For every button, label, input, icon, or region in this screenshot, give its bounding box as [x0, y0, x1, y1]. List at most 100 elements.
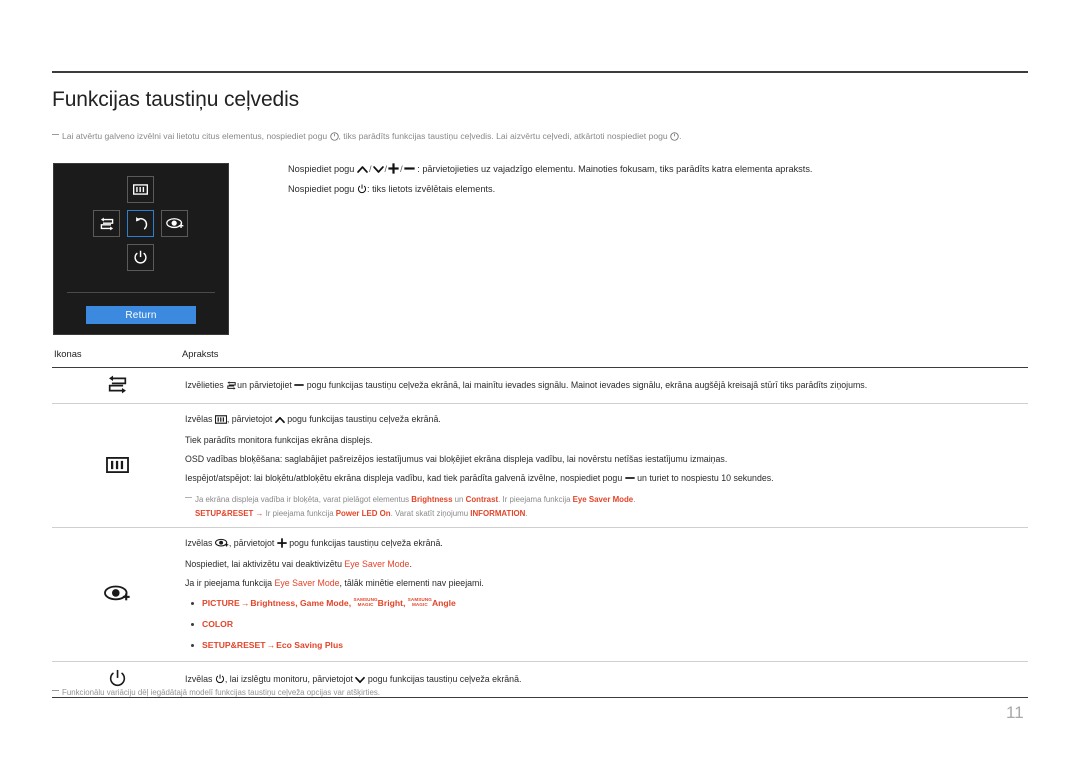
description-line: Iespējot/atspējot: lai bloķētu/atbloķētu…	[185, 470, 1024, 488]
list-item: SETUP&RESET→Eco Saving Plus	[185, 638, 1024, 652]
note-dash	[52, 134, 59, 135]
bullet-text: Bright,	[377, 598, 408, 608]
arrow-icon: →	[266, 640, 276, 650]
column-header-description: Apraksts	[182, 348, 1028, 368]
osd-key-eye-saver[interactable]	[161, 210, 188, 237]
text-middle: un pārvietojiet	[237, 379, 292, 390]
text-before: Izvēlas	[185, 538, 213, 548]
instruction-line-2: Nospiediet pogu : tiks lietots izvēlētai…	[288, 180, 812, 200]
bullet-text: PICTURE	[202, 598, 240, 608]
key-instructions: Nospiediet pogu / / / : pārvietojieties uz…	[288, 160, 812, 200]
list-item: PICTURE→Brightness, Game Mode, SAMSUNG MA…	[185, 596, 1024, 610]
subnote-seg: Ir pieejama funkcija	[265, 509, 336, 518]
eye-saver-icon	[103, 585, 131, 605]
note-dash	[185, 497, 192, 498]
text-after: un turiet to nospiestu 10 sekundes.	[637, 473, 774, 483]
text-before: Nospiediet, lai aktivizētu vai deaktiviz…	[185, 559, 345, 569]
row-icon-cell	[52, 367, 182, 404]
sub-note: Ja ekrāna displeja vadība ir bloķēta, va…	[185, 493, 1024, 506]
subnote-arrow: →	[253, 509, 266, 518]
osd-preview-panel: Return	[53, 163, 229, 335]
text-after: pogu funkcijas taustiņu ceļveža ekrānā.	[289, 538, 443, 548]
text-after: pogu funkcijas taustiņu ceļveža ekrānā, …	[306, 379, 868, 390]
table-row: Izvēlas , pārvietojot pogu funkcijas tau…	[52, 403, 1028, 528]
description-line: Nospiediet, lai aktivizētu vai deaktiviz…	[185, 556, 1024, 572]
power-icon	[215, 673, 225, 689]
subnote-accent: Contrast	[465, 495, 499, 504]
header-divider	[52, 71, 1028, 73]
return-icon	[133, 216, 148, 231]
samsung-magic-logo: SAMSUNG MAGIC	[353, 597, 378, 607]
subnote-seg: .	[633, 495, 636, 504]
power-icon	[670, 132, 679, 144]
text-before: Izvēlas	[185, 673, 213, 684]
osd-key-menu[interactable]	[127, 176, 154, 203]
instruction-line-1-prefix: Nospiediet pogu	[288, 164, 355, 174]
bullet-text: Angle	[431, 598, 456, 608]
down-arrow-icon	[355, 673, 366, 689]
text-after: .	[409, 559, 412, 569]
plus-icon	[388, 162, 399, 180]
table-header-row: Ikonas Apraksts	[52, 348, 1028, 368]
text-before: Ja ir pieejama funkcija	[185, 578, 275, 588]
accent-term: Eye Saver Mode	[344, 559, 410, 569]
text-after: , tālāk minētie elementi nav pieejami.	[339, 578, 484, 588]
description-line: Ja ir pieejama funkcija Eye Saver Mode, …	[185, 575, 1024, 591]
table-row: Izvēlas , pārvietojot pogu funkcijas tau…	[52, 527, 1028, 662]
description-line: Izvēlas , pārvietojot pogu funkcijas tau…	[185, 535, 1024, 553]
down-arrow-icon	[372, 162, 384, 180]
osd-key-power[interactable]	[127, 244, 154, 271]
subnote-accent: Brightness	[411, 495, 453, 504]
description-line: OSD vadības bloķēšana: saglabājiet pašre…	[185, 454, 728, 464]
description-line: Izvēlieties un pārvietojiet pogu funkcij…	[185, 377, 1024, 395]
plus-icon	[277, 537, 287, 553]
subnote-accent: Eye Saver Mode	[572, 495, 634, 504]
instruction-line-1-suffix: : pārvietojieties uz vajadzīgo elementu.…	[417, 164, 813, 174]
intro-note: Lai atvērtu galveno izvēlni vai lietotu …	[52, 130, 681, 144]
subnote-accent: Power LED On	[335, 509, 391, 518]
description-line: Izvēlas , lai izslēgtu monitoru, pārviet…	[185, 671, 1024, 689]
osd-key-cross	[54, 172, 228, 284]
row-description-cell: Izvēlas , pārvietojot pogu funkcijas tau…	[182, 403, 1028, 528]
page-title: Funkcijas taustiņu ceļvedis	[52, 88, 300, 111]
text-before: Izvēlas	[185, 414, 213, 424]
intro-note-part2: , tiks parādīts funkcijas taustiņu ceļve…	[338, 131, 668, 141]
intro-note-part3: .	[679, 131, 682, 141]
instruction-line-1: Nospiediet pogu / / / : pārvietojieties uz…	[288, 160, 812, 180]
text-middle: , lai izslēgtu monitoru, pārvietojot	[224, 673, 353, 684]
list-item: COLOR	[185, 617, 1024, 631]
column-header-icon: Ikonas	[52, 348, 182, 368]
subnote-accent: INFORMATION	[470, 509, 526, 518]
text-before: Izvēlieties	[185, 379, 224, 390]
source-icon	[226, 379, 237, 395]
power-icon	[357, 182, 367, 200]
source-icon	[99, 217, 115, 231]
source-icon	[106, 375, 129, 396]
row-description-cell: Izvēlieties un pārvietojiet pogu funkcij…	[182, 367, 1028, 404]
eye-saver-icon	[165, 217, 184, 230]
footer-note: Funkcionālu variāciju dēļ iegādātajā mod…	[52, 688, 380, 697]
intro-note-part1: Lai atvērtu galveno izvēlni vai lietotu …	[62, 131, 328, 141]
row-icon-cell	[52, 403, 182, 528]
subnote-accent: SETUP&RESET	[195, 509, 254, 518]
row-icon-cell	[52, 527, 182, 662]
note-dash	[52, 690, 59, 691]
bullet-text: COLOR	[202, 619, 234, 629]
samsung-magic-logo: SAMSUNG MAGIC	[407, 597, 432, 607]
osd-key-return[interactable]	[127, 210, 154, 237]
minus-icon	[294, 379, 304, 395]
osd-return-button[interactable]: Return	[86, 306, 196, 324]
document-page: Funkcijas taustiņu ceļvedis Lai atvērtu …	[0, 0, 1080, 763]
text-middle: , pārvietojot	[226, 414, 273, 424]
osd-key-source[interactable]	[93, 210, 120, 237]
sub-note: SETUP&RESET → Ir pieejama funkcija Power…	[185, 507, 1024, 520]
text-before: Iespējot/atspējot: lai bloķētu/atbloķētu…	[185, 473, 623, 483]
bullet-text: Brightness, Game Mode,	[250, 598, 354, 608]
up-arrow-icon	[357, 162, 368, 180]
subnote-seg: . Ir pieejama funkcija	[498, 495, 573, 504]
subnote-seg: .	[525, 509, 528, 518]
row-description-cell: Izvēlas , pārvietojot pogu funkcijas tau…	[182, 527, 1028, 662]
accent-term: Eye Saver Mode	[274, 578, 340, 588]
eye-saver-icon	[214, 537, 229, 553]
menu-icon	[214, 413, 227, 429]
